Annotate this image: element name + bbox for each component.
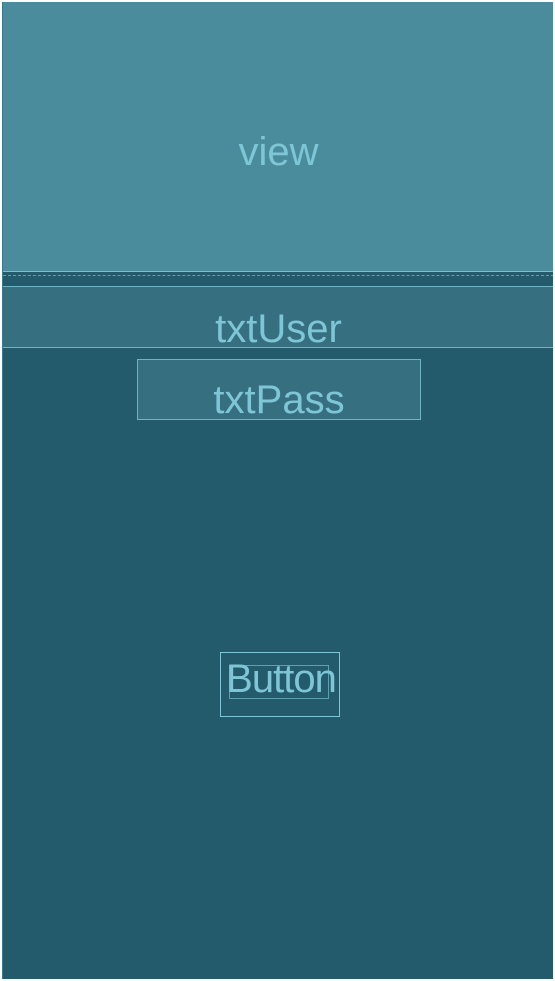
button-label: Button [226,657,337,701]
view-label: view [238,130,319,174]
txt-user-label: txtUser [215,307,342,351]
txt-pass-label: txtPass [213,378,345,422]
txt-pass-field[interactable]: txtPass [137,359,421,422]
view-container: view [3,2,553,272]
divider [3,275,553,276]
layout-canvas: view txtUser txtPass Button [2,2,553,979]
button[interactable]: Button [220,652,340,717]
txt-user-field[interactable]: txtUser [3,286,553,351]
